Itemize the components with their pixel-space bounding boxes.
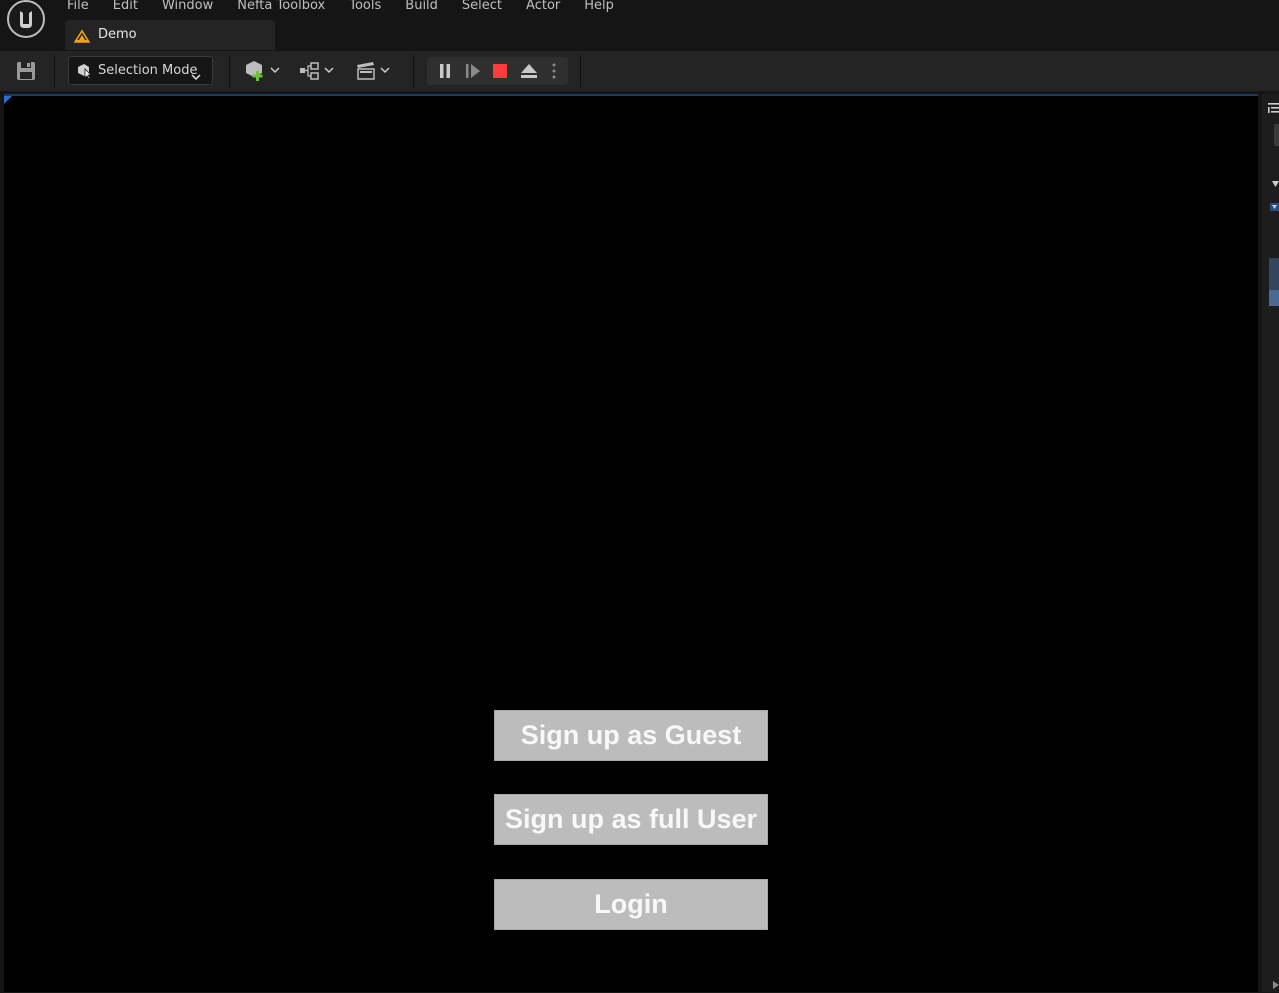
menu-edit[interactable]: Edit xyxy=(106,0,145,14)
selection-mode-dropdown[interactable]: Selection Mode xyxy=(68,56,213,85)
menu-help[interactable]: Help xyxy=(577,0,621,14)
login-button[interactable]: Login xyxy=(494,879,768,930)
selected-row-highlight xyxy=(1269,290,1279,306)
stop-icon[interactable] xyxy=(492,62,508,84)
toolbar-separator xyxy=(580,55,581,87)
expand-arrow-icon[interactable] xyxy=(1273,974,1279,993)
main-toolbar: Selection Mode xyxy=(0,51,1279,91)
menu-nefta-toolbox[interactable]: Nefta Toolbox xyxy=(230,0,332,14)
menu-file[interactable]: File xyxy=(60,0,96,14)
sign-up-guest-button[interactable]: Sign up as Guest xyxy=(494,710,768,761)
panel-list-icon[interactable] xyxy=(1268,98,1279,117)
viewport-corner-marker xyxy=(4,96,12,104)
menu-build[interactable]: Build xyxy=(398,0,445,14)
eject-icon[interactable] xyxy=(519,62,539,84)
menu-actor[interactable]: Actor xyxy=(519,0,567,14)
level-icon xyxy=(73,28,91,47)
collapse-arrow-icon[interactable] xyxy=(1270,196,1279,215)
menu-window[interactable]: Window xyxy=(155,0,220,14)
selection-mode-label: Selection Mode xyxy=(98,63,198,78)
title-bar: File Edit Window Nefta Toolbox Tools Bui… xyxy=(0,0,1279,51)
cursor-select-icon xyxy=(77,63,93,83)
blueprints-button[interactable] xyxy=(299,59,337,83)
add-actor-button[interactable] xyxy=(244,59,282,83)
more-options-icon[interactable] xyxy=(551,62,557,84)
document-tab-label: Demo xyxy=(98,27,137,42)
chevron-down-icon xyxy=(191,66,201,85)
cinematics-button[interactable] xyxy=(355,59,393,83)
sign-up-full-user-button[interactable]: Sign up as full User xyxy=(494,794,768,845)
add-actor-icon xyxy=(244,61,282,87)
toolbar-separator xyxy=(229,55,230,87)
menu-select[interactable]: Select xyxy=(455,0,509,14)
toolbar-separator xyxy=(413,55,414,87)
document-tab-demo[interactable]: Demo xyxy=(65,20,275,50)
clapperboard-icon xyxy=(355,62,393,87)
panel-field[interactable] xyxy=(1274,124,1279,146)
details-panel-strip xyxy=(1262,94,1279,992)
frame-skip-icon[interactable] xyxy=(464,62,482,84)
save-icon[interactable] xyxy=(16,61,36,85)
blueprint-icon xyxy=(299,62,337,87)
toolbar-separator xyxy=(54,55,55,87)
menu-tools[interactable]: Tools xyxy=(342,0,388,14)
unreal-logo-icon[interactable] xyxy=(7,0,45,38)
play-controls xyxy=(427,57,568,85)
collapse-arrow-icon[interactable] xyxy=(1272,172,1279,191)
pause-icon[interactable] xyxy=(437,62,453,84)
game-viewport[interactable]: Sign up as Guest Sign up as full User Lo… xyxy=(4,94,1258,992)
menu-bar: File Edit Window Nefta Toolbox Tools Bui… xyxy=(60,0,631,14)
